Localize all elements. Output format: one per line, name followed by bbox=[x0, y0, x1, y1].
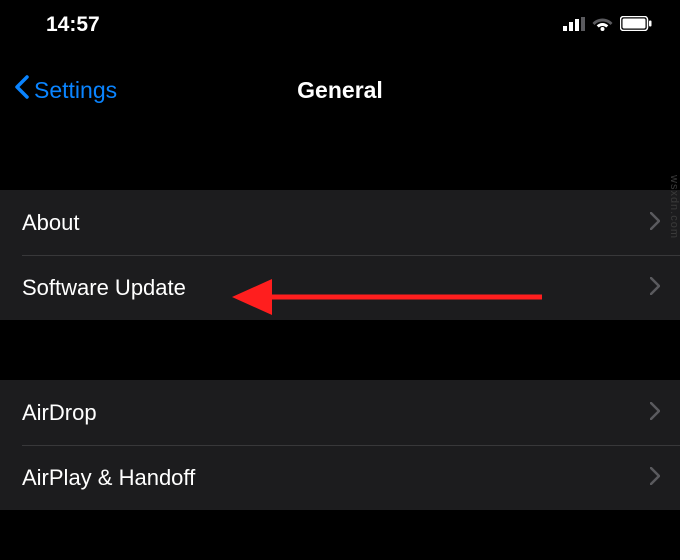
watermark: wsxdn.com bbox=[668, 175, 680, 239]
wifi-icon bbox=[592, 13, 613, 37]
row-label: AirDrop bbox=[22, 400, 97, 426]
navigation-bar: Settings General bbox=[0, 50, 680, 130]
row-airdrop[interactable]: AirDrop bbox=[0, 380, 680, 445]
back-label: Settings bbox=[34, 77, 117, 104]
status-indicators bbox=[563, 13, 652, 37]
chevron-right-icon bbox=[650, 209, 660, 237]
chevron-left-icon bbox=[14, 75, 30, 105]
settings-group-2: AirDrop AirPlay & Handoff bbox=[0, 380, 680, 510]
back-button[interactable]: Settings bbox=[14, 75, 117, 105]
row-software-update[interactable]: Software Update bbox=[0, 255, 680, 320]
battery-icon bbox=[620, 13, 652, 37]
group-separator bbox=[0, 130, 680, 190]
group-separator bbox=[0, 320, 680, 380]
row-label: About bbox=[22, 210, 80, 236]
row-about[interactable]: About bbox=[0, 190, 680, 255]
chevron-right-icon bbox=[650, 464, 660, 492]
group-separator bbox=[0, 510, 680, 560]
status-bar: 14:57 bbox=[0, 0, 680, 50]
page-title: General bbox=[297, 77, 383, 104]
chevron-right-icon bbox=[650, 399, 660, 427]
row-airplay-handoff[interactable]: AirPlay & Handoff bbox=[0, 445, 680, 510]
chevron-right-icon bbox=[650, 274, 660, 302]
row-label: AirPlay & Handoff bbox=[22, 465, 195, 491]
status-time: 14:57 bbox=[46, 13, 100, 37]
settings-group-1: About Software Update bbox=[0, 190, 680, 320]
row-label: Software Update bbox=[22, 275, 186, 301]
cellular-icon bbox=[563, 13, 585, 37]
